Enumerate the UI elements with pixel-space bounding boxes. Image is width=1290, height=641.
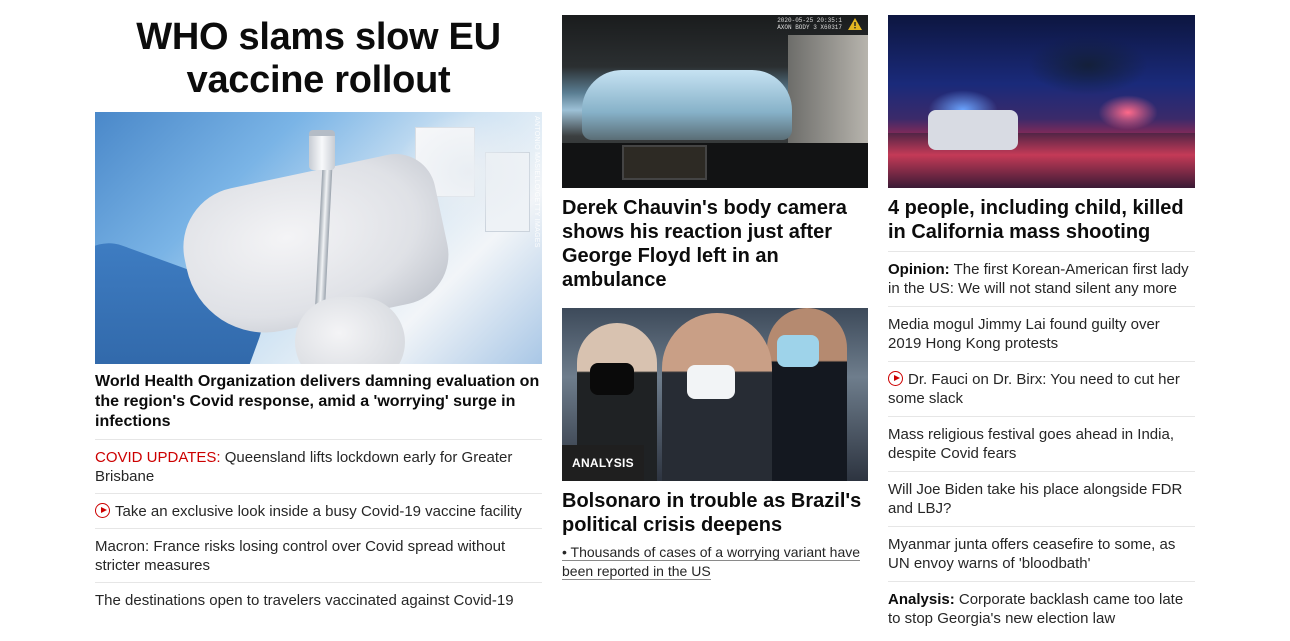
story-text: Macron: France risks losing control over…	[95, 538, 506, 574]
image-element	[590, 363, 634, 395]
story-text: Mass religious festival goes ahead in In…	[888, 426, 1174, 462]
image-element	[687, 365, 735, 399]
image-element	[562, 143, 868, 188]
image-element	[777, 335, 819, 367]
image-element	[582, 70, 792, 140]
play-icon	[888, 371, 903, 386]
bolsonaro-image[interactable]: ANALYSIS	[562, 308, 868, 481]
story-text: Myanmar junta offers ceasefire to some, …	[888, 536, 1176, 572]
story-prefix: Opinion:	[888, 261, 950, 278]
story-link[interactable]: Analysis: Corporate backlash came too la…	[888, 581, 1195, 636]
variant-story-link[interactable]: • Thousands of cases of a worrying varia…	[562, 543, 868, 581]
story-link[interactable]: Dr. Fauci on Dr. Birx: You need to cut h…	[888, 361, 1195, 416]
play-icon	[95, 503, 110, 518]
image-element	[622, 145, 707, 180]
story-text: • Thousands of cases of a worrying varia…	[562, 544, 861, 580]
chauvin-image[interactable]: 2020-05-25 20:35:1 AXON BODY 3 X60317	[562, 15, 868, 188]
story-prefix: Analysis:	[888, 591, 955, 608]
story-link[interactable]: Opinion: The first Korean-American first…	[888, 251, 1195, 306]
image-credit: ANTONIO MASIELLO/GETTY IMAGES	[533, 116, 540, 248]
camera-stamp-line: AXON BODY 3 X60317	[777, 24, 842, 31]
story-list: Opinion: The first Korean-American first…	[888, 251, 1195, 636]
warning-icon	[848, 18, 862, 30]
image-element	[1028, 35, 1148, 95]
middle-column: 2020-05-25 20:35:1 AXON BODY 3 X60317 De…	[562, 0, 868, 581]
image-element	[767, 308, 847, 481]
story-text: Take an exclusive look inside a busy Cov…	[115, 503, 522, 520]
image-element	[295, 297, 405, 364]
story-text: Will Joe Biden take his place alongside …	[888, 481, 1183, 517]
chauvin-headline[interactable]: Derek Chauvin's body camera shows his re…	[562, 196, 868, 292]
story-text: The destinations open to travelers vacci…	[95, 592, 514, 609]
story-link[interactable]: Macron: France risks losing control over…	[95, 529, 542, 583]
story-text: Media mogul Jimmy Lai found guilty over …	[888, 316, 1160, 352]
story-link[interactable]: Take an exclusive look inside a busy Cov…	[95, 494, 542, 529]
story-link[interactable]: Myanmar junta offers ceasefire to some, …	[888, 526, 1195, 581]
story-prefix: COVID UPDATES:	[95, 449, 221, 466]
image-element	[928, 110, 1018, 150]
main-story-image[interactable]: ANTONIO MASIELLO/GETTY IMAGES	[95, 112, 542, 364]
image-element	[309, 130, 335, 170]
story-link[interactable]: The destinations open to travelers vacci…	[95, 583, 542, 617]
main-lede-link[interactable]: World Health Organization delivers damni…	[95, 364, 542, 440]
story-link[interactable]: Will Joe Biden take his place alongside …	[888, 471, 1195, 526]
right-column: 4 people, including child, killed in Cal…	[888, 0, 1195, 636]
shooting-image[interactable]	[888, 15, 1195, 188]
story-link[interactable]: COVID UPDATES: Queensland lifts lockdown…	[95, 440, 542, 494]
story-text: Dr. Fauci on Dr. Birx: You need to cut h…	[888, 371, 1180, 407]
analysis-badge: ANALYSIS	[562, 445, 644, 481]
story-link[interactable]: Media mogul Jimmy Lai found guilty over …	[888, 306, 1195, 361]
shooting-headline[interactable]: 4 people, including child, killed in Cal…	[888, 196, 1195, 244]
camera-stamp-line: 2020-05-25 20:35:1	[777, 17, 842, 24]
bolsonaro-headline[interactable]: Bolsonaro in trouble as Brazil's politic…	[562, 489, 868, 537]
main-headline[interactable]: WHO slams slow EU vaccine rollout	[95, 16, 542, 102]
image-element	[1098, 95, 1158, 130]
story-link[interactable]: Mass religious festival goes ahead in In…	[888, 416, 1195, 471]
camera-timestamp: 2020-05-25 20:35:1 AXON BODY 3 X60317	[777, 17, 842, 31]
main-story-column: WHO slams slow EU vaccine rollout ANTONI…	[95, 0, 542, 617]
